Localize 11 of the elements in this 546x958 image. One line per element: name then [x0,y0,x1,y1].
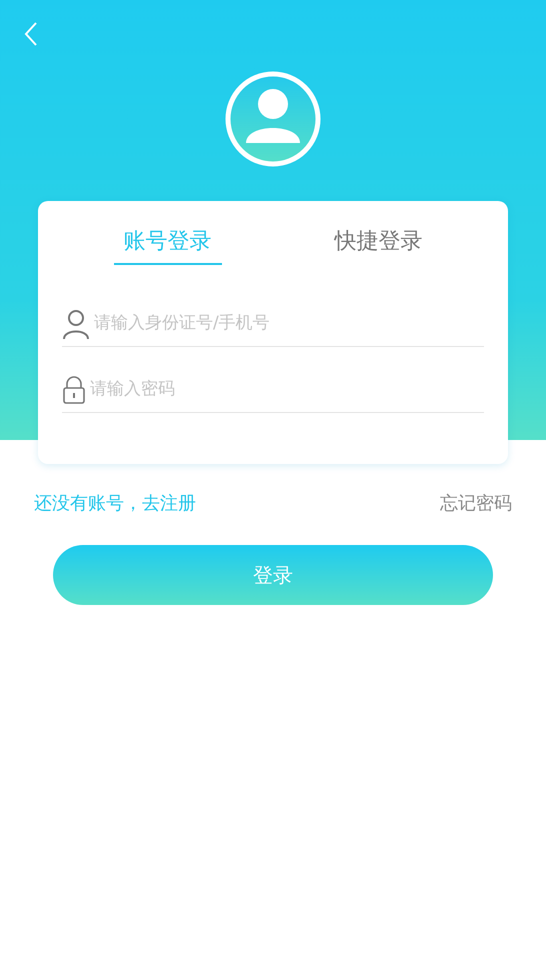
login-tab[interactable]: 快捷登录 [324,219,432,265]
account-field[interactable]: 请输入身份证号/手机号 [94,310,484,336]
register-link[interactable]: 还没有账号，去注册 [34,490,196,517]
person-icon [62,308,90,338]
back-icon[interactable] [24,21,38,47]
avatar-icon [225,71,321,167]
login-button[interactable]: 登录 [53,545,493,605]
lock-icon [62,376,86,404]
password-field[interactable]: 请输入密码 [90,376,484,402]
forgot-password-link[interactable]: 忘记密码 [440,490,512,517]
login-tab[interactable]: 账号登录 [114,219,222,265]
